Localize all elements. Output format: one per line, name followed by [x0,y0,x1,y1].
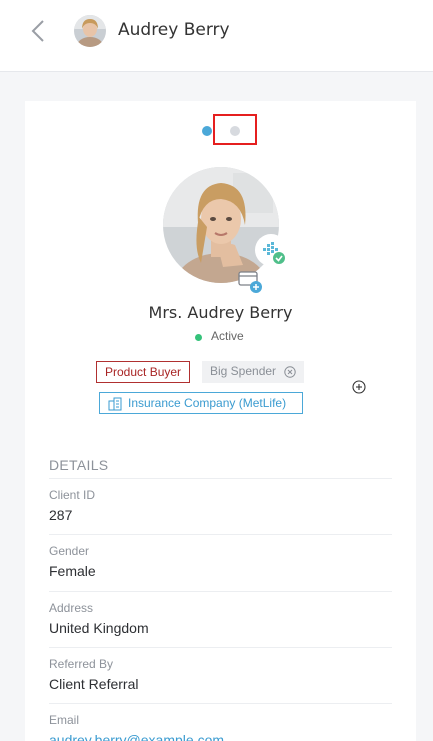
field-label-email: Email [49,713,80,727]
divider [49,591,392,592]
email-link[interactable]: audrey.berry@example.com [49,732,224,741]
status-indicator [195,334,202,341]
field-label-address: Address [49,601,94,615]
status-label: Active [211,329,244,343]
top-bar: Audrey Berry [0,0,433,72]
add-card-icon[interactable] [237,270,269,294]
divider [49,647,392,648]
chevron-left-icon[interactable] [26,17,52,45]
details-heading: DETAILS [49,457,109,473]
remove-tag-icon[interactable] [284,366,296,378]
tag-insurance-company[interactable]: Insurance Company (MetLife) [99,392,303,414]
field-value-client-id: 287 [49,507,73,523]
field-value-gender: Female [49,563,96,579]
carousel-dot-active[interactable] [202,126,212,136]
field-label-gender: Gender [49,544,90,558]
divider [49,703,392,704]
field-label-referred-by: Referred By [49,657,114,671]
divider [49,534,392,535]
divider [49,478,392,479]
tag-label: Big Spender [210,364,277,378]
building-icon [108,397,122,411]
verified-badge-icon [255,234,287,266]
tag-big-spender[interactable]: Big Spender [202,361,304,383]
field-label-client-id: Client ID [49,488,96,502]
profile-card: Mrs. Audrey Berry Active Product Buyer B… [25,101,416,741]
field-value-address: United Kingdom [49,620,149,636]
page-title: Audrey Berry [118,20,230,40]
field-value-referred-by: Client Referral [49,676,139,692]
add-tag-icon[interactable] [352,380,366,394]
client-full-name: Mrs. Audrey Berry [148,303,293,322]
highlight-box [213,114,257,145]
tag-label: Product Buyer [105,365,182,379]
avatar[interactable] [74,15,106,47]
tag-label: Insurance Company (MetLife) [128,396,287,410]
tag-product-buyer[interactable]: Product Buyer [96,361,191,383]
